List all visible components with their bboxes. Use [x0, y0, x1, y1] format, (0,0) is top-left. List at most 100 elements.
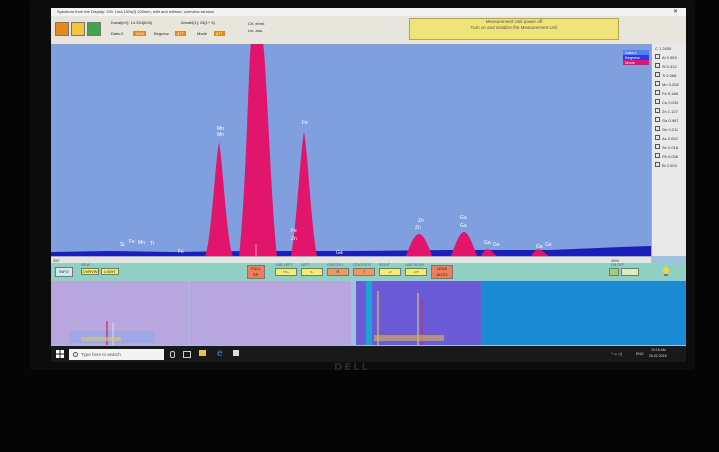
element-list-label: Al 0.953: [662, 55, 677, 60]
overview-button[interactable]: OVRVW: [81, 268, 99, 275]
spectrum-canvas[interactable]: Si Fe Mn TiFeMnMnFeFeZnGaZnZnGaGaGa Ge Ga Ge: [51, 44, 651, 256]
clock-time[interactable]: 10:15 AM: [651, 348, 666, 352]
peak-label: Ge: [545, 242, 552, 248]
peak-mn-ka: [205, 142, 233, 256]
clock-date[interactable]: 26.02.2016: [649, 354, 667, 358]
task-view-icon[interactable]: [183, 351, 191, 358]
checkbox-icon[interactable]: [655, 90, 660, 95]
mic-icon[interactable]: [170, 351, 175, 358]
element-list-row[interactable]: Ti 0.068: [652, 71, 686, 80]
edge-browser-icon[interactable]: e: [217, 347, 223, 361]
overview-noise: [81, 337, 121, 341]
light-button[interactable]: LIGHT: [101, 268, 119, 275]
peak-label: Zn: [415, 225, 421, 231]
search-icon: [73, 352, 78, 357]
windows-taskbar: Type here to search e ^ ▭ ◁) ENG 10:15 A…: [51, 346, 686, 362]
open-file-icon[interactable]: [55, 22, 69, 36]
peak-ga-ka: [451, 232, 477, 256]
element-list-row[interactable]: Cu 0.034: [652, 98, 686, 107]
spectrum-plot[interactable]: Si Fe Mn Ti Fe Mn Mn Fe Fe Zn Ga Zn Zn Ga Ga Ga Ge Ga Ge D…: [51, 44, 651, 256]
element-list-row[interactable]: Pb 0.006: [652, 152, 686, 161]
toggle-off-button[interactable]: [621, 268, 639, 276]
element-list-row[interactable]: Ga 0.987: [652, 116, 686, 125]
checkbox-ch-einst[interactable]: Ch. einst.: [248, 21, 265, 26]
nav-button[interactable]: ?: [353, 268, 375, 276]
peak-label: Ga: [536, 244, 543, 250]
element-list-row[interactable]: Bi 0.003: [652, 161, 686, 170]
checkbox-icon[interactable]: [655, 99, 660, 104]
view-label: VIEW: [81, 263, 90, 267]
legend-item[interactable]: Mode: [623, 60, 649, 65]
element-list-row[interactable]: Ge 0.211: [652, 125, 686, 134]
controls-bar: INFO VIEW OVRVW LIGHT FULL SP. LINE LEFT…: [51, 263, 686, 281]
toggle-on-button[interactable]: [609, 268, 619, 276]
checkbox-icon[interactable]: [655, 108, 660, 113]
baseline-noise: [51, 246, 651, 256]
nav-button[interactable]: R: [327, 268, 349, 276]
full-spectrum-button[interactable]: FULL SP.: [247, 265, 265, 279]
windows-start-icon[interactable]: [56, 350, 64, 358]
peak-label: Zn: [291, 236, 297, 242]
checkbox-icon[interactable]: [655, 135, 660, 140]
window-titlebar: Spectrum from the Display: 20V 1mA 100s(…: [51, 8, 686, 16]
zoom-image-panel[interactable]: [356, 281, 481, 345]
peak-label: Ga: [484, 240, 491, 246]
element-list-row[interactable]: Mn 3.256: [652, 80, 686, 89]
save-icon[interactable]: [71, 22, 85, 36]
begrenz-label: Begrenz: [154, 31, 169, 36]
data-badge[interactable]: 1000: [133, 31, 146, 36]
nav-button[interactable]: ->>: [405, 268, 427, 276]
export-icon[interactable]: [87, 22, 101, 36]
element-list-row[interactable]: Se 0.018: [652, 143, 686, 152]
peak-label: Si: [120, 242, 124, 248]
element-list-label: Ga 0.987: [662, 118, 679, 123]
checkbox-lin-aus[interactable]: Lin. aus.: [248, 28, 263, 33]
language-indicator[interactable]: ENG: [636, 352, 644, 356]
checkbox-icon[interactable]: [655, 63, 660, 68]
nav-label: LINE RIGHT: [405, 263, 425, 267]
element-list-label: Bi 0.003: [662, 163, 677, 168]
lightbulb-icon[interactable]: [663, 267, 669, 274]
zoom-image: [366, 281, 444, 345]
peak-mn-main: [239, 44, 277, 256]
zoom-noise: [374, 335, 444, 341]
checkbox-icon[interactable]: [655, 162, 660, 167]
element-list-label: Ti 0.068: [662, 73, 677, 78]
overview-image: [69, 281, 190, 345]
checkbox-icon[interactable]: [655, 81, 660, 86]
element-list-row[interactable]: Fe 5.188: [652, 89, 686, 98]
peak-label: Fe: [302, 120, 308, 126]
element-list-row[interactable]: Al 0.953: [652, 53, 686, 62]
overview-image-panel[interactable]: [51, 281, 351, 345]
mode-badge[interactable]: 877: [214, 31, 225, 36]
app-icon[interactable]: [233, 350, 239, 356]
checkbox-icon[interactable]: [655, 144, 660, 149]
close-icon[interactable]: ✕: [673, 9, 678, 15]
element-list-label: Fe 5.188: [662, 91, 678, 96]
image-panels: [51, 281, 686, 345]
nav-button[interactable]: <-: [301, 268, 323, 276]
status-message-line2: Turn on and initialize the Measurement U…: [470, 25, 558, 30]
lens-auto-button[interactable]: LENS AUTO: [431, 265, 453, 279]
peak-label: Fe: [291, 228, 297, 234]
nav-button[interactable]: ->: [379, 268, 401, 276]
checkbox-icon[interactable]: [655, 153, 660, 158]
data-label: Data-X: [111, 31, 124, 36]
info-button[interactable]: INFO: [55, 267, 73, 277]
nav-button[interactable]: <<-: [275, 268, 297, 276]
begrenz-badge[interactable]: 877: [175, 31, 186, 36]
element-list-row[interactable]: Si 0.412: [652, 62, 686, 71]
checkbox-icon[interactable]: [655, 126, 660, 131]
element-list-label: Se 0.018: [662, 145, 679, 150]
checkbox-icon[interactable]: [655, 54, 660, 59]
file-explorer-icon[interactable]: [199, 350, 206, 356]
element-list-row[interactable]: As 0.052: [652, 134, 686, 143]
nav-label: RIGHT: [379, 263, 390, 267]
checkbox-icon[interactable]: [655, 117, 660, 122]
taskbar-search-input[interactable]: Type here to search: [69, 349, 164, 360]
search-placeholder: Type here to search: [81, 352, 121, 357]
checkbox-icon[interactable]: [655, 72, 660, 77]
full-spectrum-label2: SP.: [253, 272, 259, 277]
element-list-row[interactable]: Zn 1.107: [652, 107, 686, 116]
tray-icons[interactable]: ^ ▭ ◁): [611, 352, 622, 356]
